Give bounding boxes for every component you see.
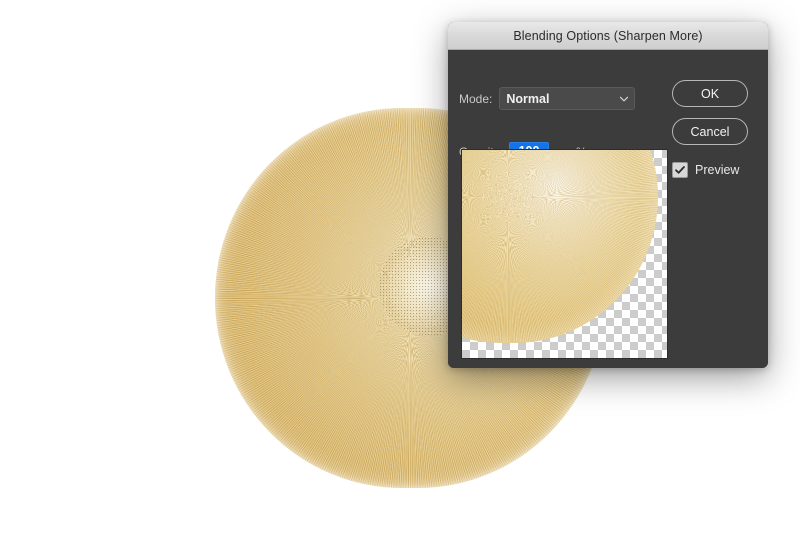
preview-checkbox-label: Preview: [695, 163, 740, 177]
dialog-actions: OK Cancel Preview: [672, 80, 754, 178]
zoom-controls: 100%: [461, 365, 668, 368]
ok-button[interactable]: OK: [672, 80, 748, 107]
preview-thumbnail[interactable]: [461, 149, 668, 359]
cancel-button[interactable]: Cancel: [672, 118, 748, 145]
dialog-title: Blending Options (Sharpen More): [513, 28, 703, 43]
mode-select[interactable]: Normal: [499, 87, 636, 110]
dialog-title-bar[interactable]: Blending Options (Sharpen More): [448, 22, 768, 50]
preview-artwork: [462, 150, 658, 343]
mode-row: Mode: Normal: [459, 87, 636, 110]
preview-checkbox-row[interactable]: Preview: [672, 162, 754, 178]
chevron-down-icon: [619, 94, 629, 102]
dialog-body: Mode: Normal Opacity: 100: [448, 50, 768, 368]
screen: Blending Options (Sharpen More) Mode: No…: [0, 0, 800, 535]
blending-options-dialog[interactable]: Blending Options (Sharpen More) Mode: No…: [448, 22, 768, 368]
mode-label: Mode:: [459, 91, 493, 106]
checkmark-icon[interactable]: [672, 162, 688, 178]
mode-selected-value: Normal: [506, 91, 550, 106]
